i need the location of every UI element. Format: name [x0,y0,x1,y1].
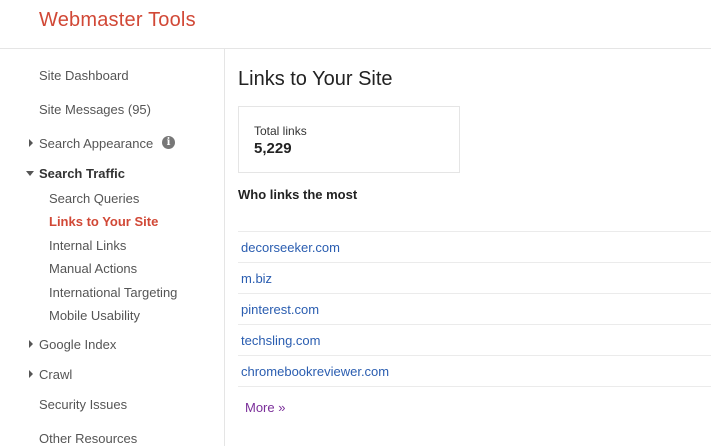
sidebar: Site Dashboard Site Messages (95) Search… [0,49,225,446]
sidebar-item-google-index[interactable]: Google Index [39,337,116,352]
linking-domain-link[interactable]: chromebookreviewer.com [241,364,389,379]
page-title: Links to Your Site [238,68,393,90]
who-links-heading: Who links the most [238,187,358,202]
info-icon[interactable]: i [162,136,175,149]
collapse-arrow-icon[interactable] [26,171,34,176]
sidebar-item-international-targeting[interactable]: International Targeting [49,285,177,300]
sidebar-item-crawl[interactable]: Crawl [39,367,72,382]
expand-arrow-icon[interactable] [29,139,33,147]
app-title[interactable]: Webmaster Tools [39,9,196,32]
linking-domain-link[interactable]: decorseeker.com [241,240,340,255]
linking-domain-link[interactable]: pinterest.com [241,302,319,317]
sidebar-item-mobile-usability[interactable]: Mobile Usability [49,308,140,323]
sidebar-item-internal-links[interactable]: Internal Links [49,238,126,253]
expand-arrow-icon[interactable] [29,370,33,378]
divider [238,386,711,387]
divider [238,262,711,263]
sidebar-item-security-issues[interactable]: Security Issues [39,397,127,412]
sidebar-item-search-traffic[interactable]: Search Traffic [39,166,125,181]
sidebar-item-links-to-your-site[interactable]: Links to Your Site [49,214,158,229]
sidebar-item-search-appearance[interactable]: Search Appearance [39,136,153,151]
divider [238,324,711,325]
sidebar-item-site-messages[interactable]: Site Messages (95) [39,102,151,117]
sidebar-item-search-queries[interactable]: Search Queries [49,191,139,206]
divider [238,293,711,294]
total-links-value: 5,229 [254,140,292,157]
linking-domain-link[interactable]: techsling.com [241,333,320,348]
linking-domain-link[interactable]: m.biz [241,271,272,286]
header: Webmaster Tools [0,0,711,49]
sidebar-item-site-dashboard[interactable]: Site Dashboard [39,68,129,83]
total-links-card: Total links 5,229 [238,106,460,173]
divider [238,355,711,356]
more-link[interactable]: More » [245,400,285,415]
sidebar-item-manual-actions[interactable]: Manual Actions [49,261,137,276]
total-links-label: Total links [254,124,307,138]
sidebar-item-other-resources[interactable]: Other Resources [39,431,137,446]
expand-arrow-icon[interactable] [29,340,33,348]
divider [238,231,711,232]
